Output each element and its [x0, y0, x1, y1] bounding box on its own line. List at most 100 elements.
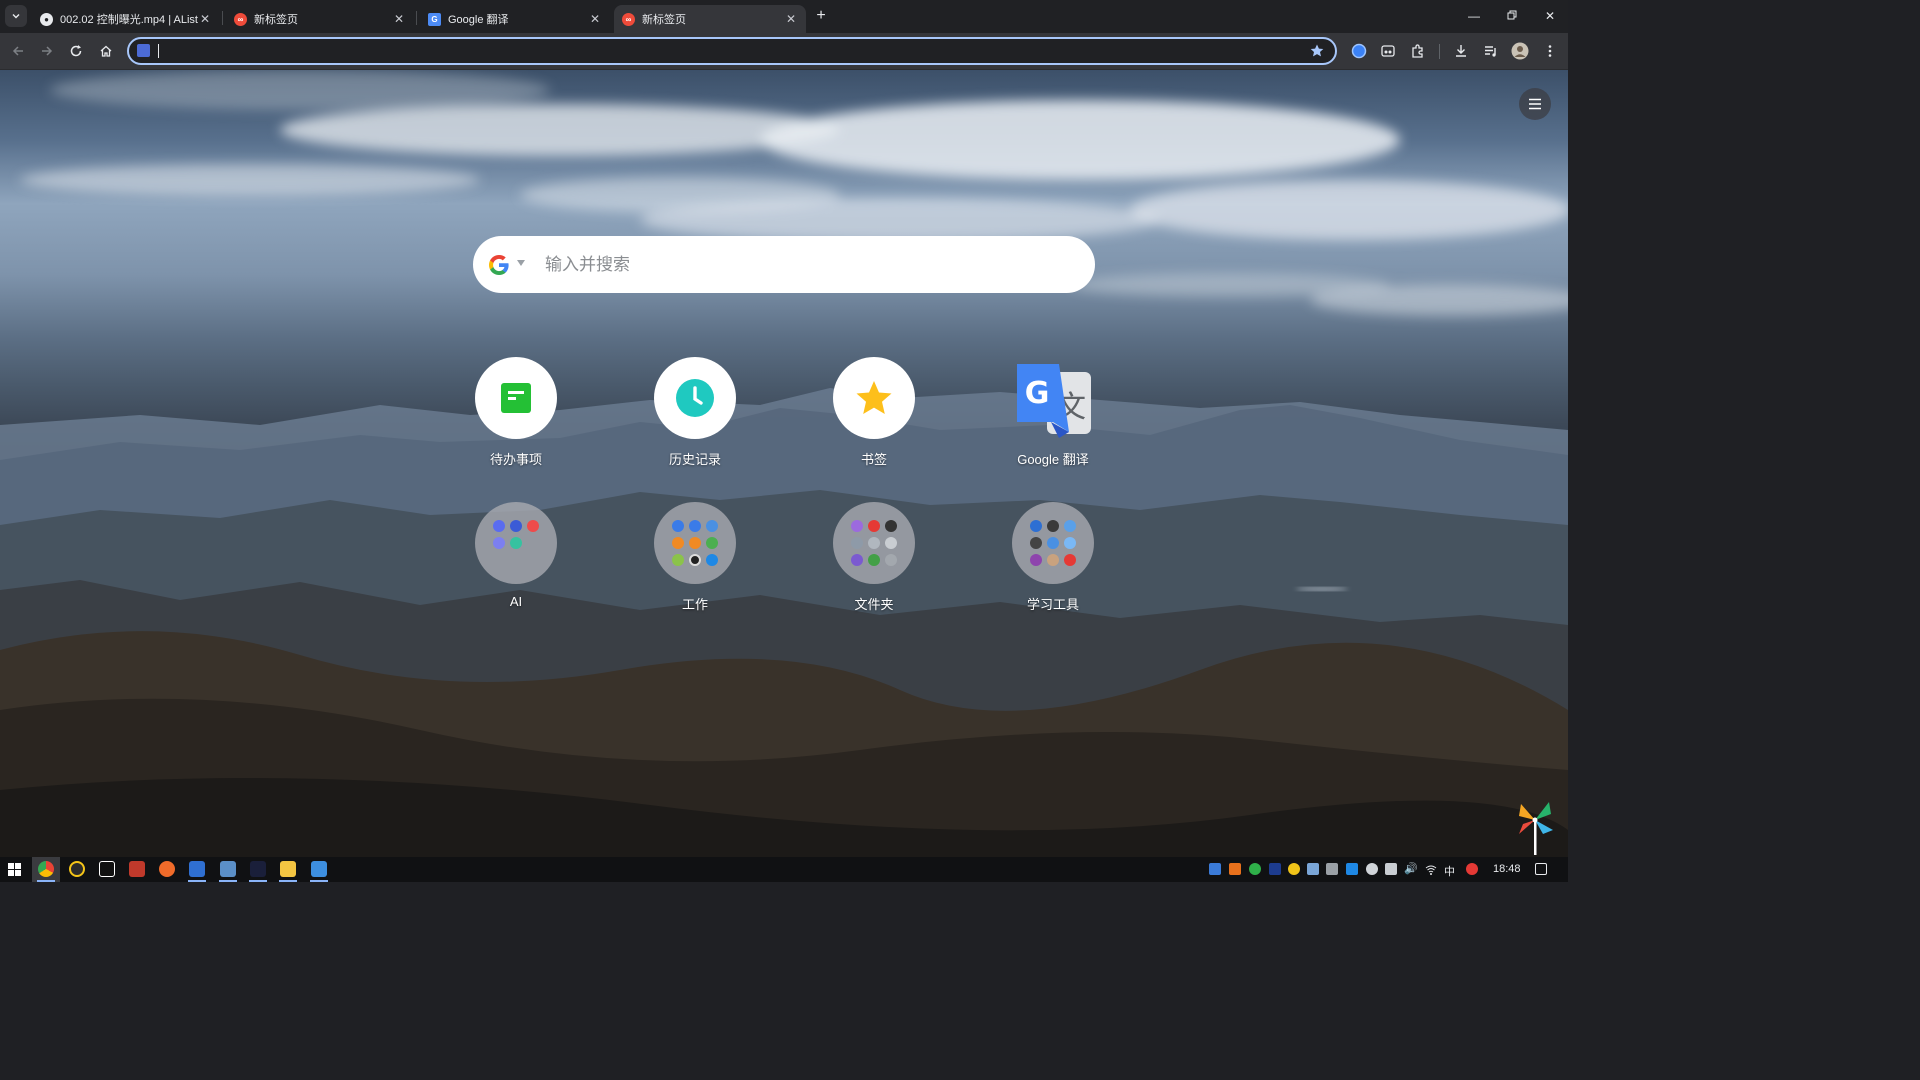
close-icon[interactable]: ✕ — [784, 12, 798, 26]
tray-app-icon[interactable] — [1307, 863, 1319, 875]
restore-window-icon[interactable] — [1504, 8, 1520, 24]
newtab-favicon-icon: ∞ — [234, 12, 247, 26]
volume-icon[interactable]: 🔊 — [1404, 863, 1418, 875]
search-input[interactable] — [545, 252, 1065, 278]
tab-strip: ● 002.02 控制曝光.mp4 | AList ✕ ∞ 新标签页 ✕ G G… — [0, 0, 1568, 33]
search-bar[interactable] — [473, 236, 1095, 293]
running-indicator — [249, 880, 267, 882]
shortcut-todo[interactable]: 待办事项 — [456, 357, 576, 468]
folder-circle[interactable] — [654, 502, 736, 584]
close-icon[interactable]: ✕ — [392, 12, 406, 26]
intellij-idea-icon[interactable] — [99, 861, 115, 877]
folder-circle[interactable] — [1012, 502, 1094, 584]
app-icon-yellow[interactable] — [69, 861, 85, 877]
folder-app-icon — [885, 554, 897, 566]
folder-app-icon — [1030, 520, 1042, 532]
tray-app-icon[interactable] — [1288, 863, 1300, 875]
tab-alist[interactable]: ● 002.02 控制曝光.mp4 | AList ✕ — [32, 5, 220, 33]
extensions-button[interactable] — [1409, 42, 1427, 60]
folder-study-tools[interactable]: 学习工具 — [993, 502, 1113, 613]
folder-label: 工作 — [681, 597, 708, 612]
notification-center-icon[interactable] — [1535, 863, 1547, 875]
folder-app-icon — [1047, 520, 1059, 532]
clock[interactable]: 18:48 — [1493, 863, 1521, 875]
input-method-indicator[interactable]: 中 — [1444, 863, 1455, 879]
tray-app-icon[interactable] — [1209, 863, 1221, 875]
shortcut-circle[interactable] — [654, 357, 736, 439]
tray-check-icon[interactable] — [1249, 863, 1261, 875]
folder-app-icon — [493, 537, 505, 549]
tray-app-icon[interactable] — [1326, 863, 1338, 875]
home-button[interactable] — [97, 42, 115, 60]
bookmark-star-icon[interactable] — [1309, 43, 1325, 59]
back-button[interactable] — [9, 42, 27, 60]
tab-google-translate[interactable]: G Google 翻译 ✕ — [420, 5, 610, 33]
folder-app-icon — [689, 537, 701, 549]
tab-newtab-active[interactable]: ∞ 新标签页 ✕ — [614, 5, 806, 33]
terminal-icon[interactable] — [250, 861, 266, 877]
media-control-button[interactable] — [1482, 42, 1500, 60]
page-menu-button[interactable] — [1519, 88, 1551, 120]
shortcut-circle[interactable] — [475, 357, 557, 439]
chrome-icon[interactable] — [38, 861, 54, 877]
close-icon[interactable]: ✕ — [588, 12, 602, 26]
tab-search-button[interactable] — [5, 5, 27, 27]
tray-app-icon[interactable] — [1346, 863, 1358, 875]
folder-circle[interactable] — [475, 502, 557, 584]
google-g-icon[interactable] — [487, 253, 511, 277]
folder-app-icon — [1064, 537, 1076, 549]
app-icon-monitor[interactable] — [220, 861, 236, 877]
pinwheel-logo-icon[interactable] — [1515, 800, 1555, 855]
battery-icon[interactable] — [1385, 863, 1397, 875]
file-explorer-icon[interactable] — [280, 861, 296, 877]
profile-button[interactable] — [1511, 42, 1529, 60]
folder-ai[interactable]: AI — [456, 502, 576, 609]
avatar — [1511, 42, 1529, 60]
engine-dropdown-chevron-icon[interactable] — [517, 260, 525, 266]
app-icon-orange[interactable] — [159, 861, 175, 877]
folder-app-icon — [851, 537, 863, 549]
tab-title: Google 翻译 — [448, 14, 509, 26]
shortcut-label: 待办事项 — [489, 452, 542, 467]
remote-desktop-icon[interactable] — [189, 861, 205, 877]
tray-app-icon[interactable] — [1229, 863, 1241, 875]
reload-button[interactable] — [67, 42, 85, 60]
minimize-icon[interactable]: — — [1466, 8, 1482, 24]
browser-toolbar — [0, 33, 1568, 70]
close-window-icon[interactable]: ✕ — [1542, 8, 1558, 24]
new-tab-button[interactable]: + — [812, 7, 830, 25]
shortcut-google-translate[interactable]: 文 G Google 翻译 — [993, 357, 1113, 468]
site-info-icon[interactable] — [137, 44, 150, 57]
address-bar[interactable] — [127, 37, 1337, 65]
windows-start-icon[interactable] — [8, 863, 21, 876]
address-input[interactable] — [157, 42, 1287, 60]
sogou-input-icon[interactable] — [1466, 863, 1478, 875]
shortcut-bookmarks[interactable]: 书签 — [814, 357, 934, 468]
folder-work[interactable]: 工作 — [635, 502, 755, 613]
folder-circle[interactable] — [833, 502, 915, 584]
folder-app-icon — [706, 537, 718, 549]
forward-button[interactable] — [38, 42, 56, 60]
folder-app-icon — [689, 554, 701, 566]
tab-divider — [222, 11, 223, 25]
close-icon[interactable]: ✕ — [198, 12, 212, 26]
bluetooth-icon[interactable] — [1269, 863, 1281, 875]
shortcut-label: 历史记录 — [668, 452, 721, 467]
shortcut-circle[interactable]: 文 G — [1012, 357, 1094, 439]
extension-button-2[interactable] — [1379, 42, 1397, 60]
app-icon-blue[interactable] — [311, 861, 327, 877]
folder-app-icon — [851, 520, 863, 532]
browser-menu-button[interactable] — [1541, 42, 1559, 60]
onedrive-icon[interactable] — [1366, 863, 1378, 875]
folder-app-icon — [851, 554, 863, 566]
shortcut-history[interactable]: 历史记录 — [635, 357, 755, 468]
wifi-icon[interactable] — [1425, 863, 1437, 875]
folder-app-icon — [527, 520, 539, 532]
tab-newtab-1[interactable]: ∞ 新标签页 ✕ — [226, 5, 414, 33]
shortcut-circle[interactable] — [833, 357, 915, 439]
folder-app-icon — [1047, 554, 1059, 566]
folder-folder[interactable]: 文件夹 — [814, 502, 934, 613]
downloads-button[interactable] — [1452, 42, 1470, 60]
app-icon-red-window[interactable] — [129, 861, 145, 877]
extension-button-1[interactable] — [1350, 42, 1368, 60]
